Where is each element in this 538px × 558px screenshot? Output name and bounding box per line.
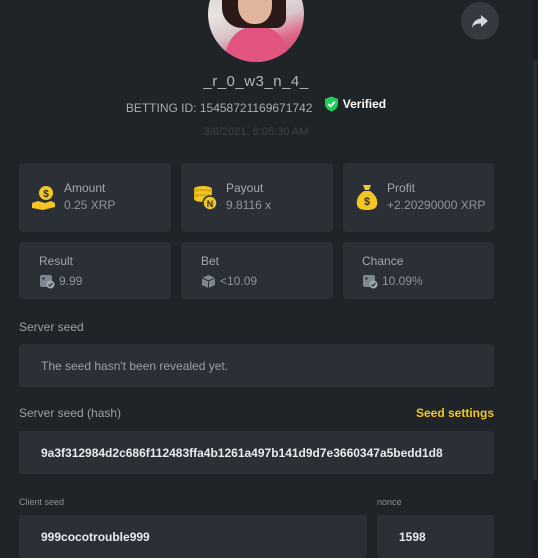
server-seed-hash-value: 9a3f312984d2c686f112483ffa4b1261a497b141… bbox=[41, 445, 443, 460]
scrollbar[interactable] bbox=[532, 0, 538, 558]
svg-text:N: N bbox=[207, 199, 214, 209]
chance-label: Chance bbox=[362, 254, 404, 268]
verified-badge: Verified bbox=[324, 96, 386, 112]
server-seed-value: The seed hasn't been revealed yet. bbox=[41, 358, 229, 373]
amount-card: $ Amount 0.25 XRP bbox=[19, 163, 171, 232]
betting-id: 15458721169671742 bbox=[199, 101, 313, 115]
coin-stack-icon: N bbox=[194, 186, 218, 211]
dice-check-icon bbox=[363, 275, 378, 289]
chance-value: 10.09% bbox=[382, 274, 423, 288]
cube-icon bbox=[201, 275, 216, 288]
share-button[interactable] bbox=[461, 2, 499, 40]
profit-card: $ Profit +2.20290000 XRP bbox=[343, 163, 494, 232]
client-seed-value: 999cocotrouble999 bbox=[41, 529, 150, 544]
money-bag-icon: $ bbox=[356, 185, 378, 210]
nonce-label: nonce bbox=[377, 497, 402, 507]
result-label: Result bbox=[39, 254, 74, 268]
amount-label: Amount bbox=[64, 181, 106, 195]
betting-id-label: BETTING ID: bbox=[125, 101, 197, 115]
chance-card: Chance 10.09% bbox=[343, 242, 494, 299]
svg-text:$: $ bbox=[364, 196, 370, 208]
svg-text:$: $ bbox=[43, 189, 49, 200]
server-seed-hash-field[interactable]: 9a3f312984d2c686f112483ffa4b1261a497b141… bbox=[19, 431, 494, 474]
client-seed-field[interactable]: 999cocotrouble999 bbox=[19, 515, 367, 558]
server-seed-hash-label: Server seed (hash) bbox=[19, 406, 122, 420]
verified-label: Verified bbox=[342, 97, 387, 111]
server-seed-label: Server seed bbox=[19, 320, 84, 334]
username: _r_0_w3_n_4_ bbox=[203, 73, 309, 90]
bet-card: Bet <10.09 bbox=[181, 242, 333, 299]
nonce-field[interactable]: 1598 bbox=[377, 515, 494, 558]
server-seed-field[interactable]: The seed hasn't been revealed yet. bbox=[19, 344, 494, 387]
coin-hand-icon: $ bbox=[32, 186, 55, 210]
share-icon bbox=[472, 15, 488, 28]
avatar bbox=[208, 0, 304, 62]
result-card: Result 9.99 bbox=[19, 242, 171, 299]
result-value: 9.99 bbox=[59, 274, 83, 288]
client-seed-label: Client seed bbox=[19, 497, 65, 507]
seed-settings-link[interactable]: Seed settings bbox=[416, 406, 494, 420]
payout-label: Payout bbox=[226, 181, 264, 195]
scrollbar-thumb[interactable] bbox=[533, 60, 537, 480]
bet-value: <10.09 bbox=[220, 274, 258, 288]
bet-label: Bet bbox=[201, 254, 220, 268]
bet-timestamp: 3/8/2021, 8:05:30 AM bbox=[203, 126, 309, 138]
dice-check-icon bbox=[40, 275, 55, 289]
amount-value: 0.25 XRP bbox=[64, 198, 116, 212]
profit-value: +2.20290000 XRP bbox=[387, 198, 486, 212]
betting-id-row: BETTING ID: 15458721169671742 Verified bbox=[0, 96, 512, 115]
nonce-value: 1598 bbox=[399, 529, 426, 544]
verified-shield-icon bbox=[324, 96, 338, 112]
profit-label: Profit bbox=[387, 181, 416, 195]
payout-card: N Payout 9.8116 x bbox=[181, 163, 333, 232]
payout-value: 9.8116 x bbox=[226, 198, 272, 212]
